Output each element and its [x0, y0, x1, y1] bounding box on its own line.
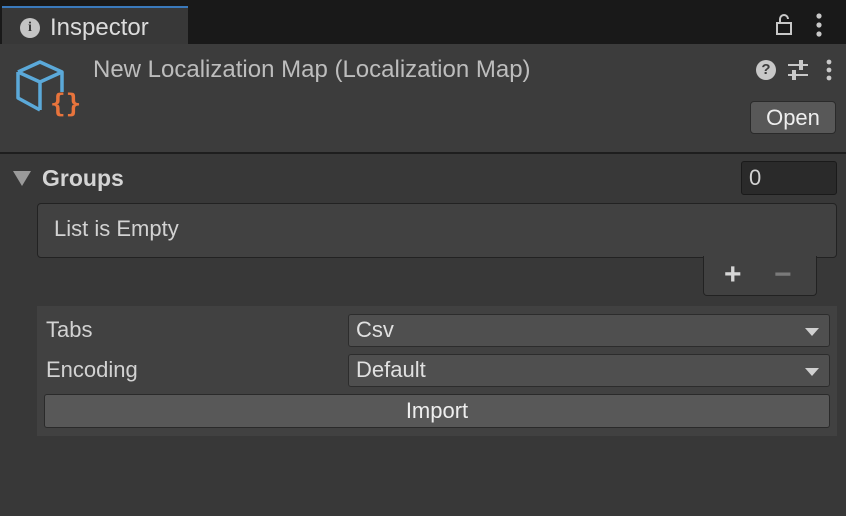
groups-size-field[interactable]: 0	[741, 161, 837, 195]
encoding-label: Encoding	[46, 357, 138, 382]
context-menu-icon[interactable]	[824, 59, 834, 83]
tabs-dropdown[interactable]: Csv	[348, 314, 830, 347]
lock-icon[interactable]	[772, 12, 796, 36]
tab-menu-icon[interactable]	[812, 12, 826, 38]
localization-map-icon: {}	[16, 60, 81, 119]
svg-text:{}: {}	[50, 89, 81, 119]
list-empty-text: List is Empty	[54, 216, 179, 241]
groups-label[interactable]: Groups	[42, 165, 124, 192]
tab-inspector[interactable]: i Inspector	[2, 6, 188, 44]
chevron-down-icon	[805, 328, 819, 336]
open-button[interactable]: Open	[750, 101, 836, 134]
header-divider	[0, 152, 846, 154]
asset-title: New Localization Map (Localization Map)	[93, 56, 531, 83]
encoding-dropdown[interactable]: Default	[348, 354, 830, 387]
info-icon: i	[20, 18, 40, 38]
foldout-arrow-icon[interactable]	[13, 171, 31, 186]
tabs-value: Csv	[356, 317, 394, 342]
tabs-label: Tabs	[46, 317, 93, 342]
chevron-down-icon	[805, 368, 819, 376]
remove-element-button[interactable]: −	[774, 258, 792, 292]
groups-list: List is Empty	[37, 203, 837, 258]
tab-bar: i Inspector	[0, 0, 846, 44]
import-button[interactable]: Import	[44, 394, 830, 428]
help-icon[interactable]: ?	[756, 60, 776, 80]
encoding-value: Default	[356, 357, 426, 382]
add-element-button[interactable]: +	[724, 258, 742, 292]
presets-icon[interactable]	[786, 59, 810, 81]
tab-label: Inspector	[50, 14, 149, 41]
list-footer: + −	[703, 256, 817, 296]
